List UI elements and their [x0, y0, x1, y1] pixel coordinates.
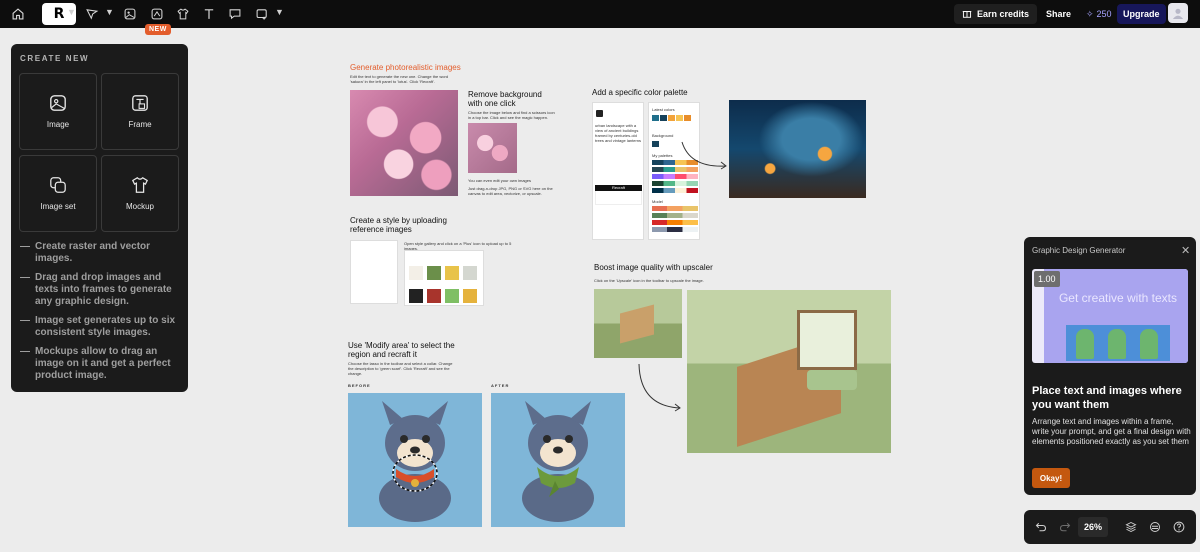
okay-button[interactable]: Okay! [1032, 468, 1070, 488]
comment-tool-icon[interactable] [225, 4, 245, 24]
drag-drop-note: Just drag-n-drop JPG, PNG or SVG here on… [468, 186, 553, 196]
logo-chevron-down-icon[interactable]: ▼ [67, 7, 76, 17]
style-thumbnail [596, 110, 603, 117]
avatar[interactable] [1168, 3, 1188, 23]
selection-chevron-down-icon[interactable]: ▼ [105, 7, 114, 17]
recraft-logo-icon: R [53, 6, 65, 22]
upscale-section-title: Boost image quality with upscaler [594, 263, 713, 272]
create-image-set-tile[interactable]: Image set [19, 155, 97, 232]
model-label: Model [652, 199, 663, 204]
upgrade-button[interactable]: Upgrade [1117, 4, 1166, 24]
list-item: — Create raster and vector images. [20, 241, 151, 264]
close-icon[interactable]: ✕ [1181, 244, 1190, 257]
modify-section-description: Choose the lasso in the toolbar and sele… [348, 361, 453, 376]
credits-counter[interactable]: ✧ 250 [1086, 4, 1112, 24]
list-item: — Mockups allow to drag an image on it an… [20, 346, 171, 381]
help-icon[interactable] [1171, 519, 1187, 535]
style-panel-mockup [350, 240, 398, 304]
share-button[interactable]: Share [1040, 4, 1077, 24]
sparkle-icon: ✧ [1086, 8, 1094, 19]
image-set-icon [50, 177, 66, 193]
background-label: Background [652, 133, 674, 138]
credits-count: 250 [1096, 9, 1112, 19]
preview-zoom-badge: 1.00 [1034, 271, 1060, 287]
modify-section-title: Use 'Modify area' to select the region a… [348, 341, 455, 359]
generate-section-title: Generate photorealistic images [350, 63, 461, 72]
style-gallery-mockup [404, 250, 484, 306]
palette-section-title: Add a specific color palette [592, 88, 688, 97]
graphic-design-generator-dialog: Graphic Design Generator ✕ Get creative … [1024, 237, 1196, 495]
frame-icon [132, 95, 148, 111]
dog-before-image[interactable] [348, 393, 482, 527]
style-palette-icon[interactable] [1147, 519, 1163, 535]
bottom-toolbar: 26% [1024, 510, 1196, 544]
preview-text: Get creative with texts [1058, 291, 1178, 305]
mockup-tool-icon[interactable] [173, 4, 193, 24]
room-large-image[interactable] [687, 290, 891, 453]
create-mockup-label: Mockup [125, 202, 154, 211]
my-palettes-label: My palettes [652, 153, 673, 158]
redo-icon[interactable] [1057, 519, 1073, 535]
list-item: — Drag and drop images and texts into fra… [20, 272, 172, 307]
palette-result-image[interactable] [729, 100, 866, 198]
create-new-panel: CREATE NEW Image Frame Image set Mockup … [11, 44, 188, 392]
selection-tool-icon[interactable] [82, 4, 102, 24]
list-item: — Image set generates up to six consisten… [20, 315, 176, 338]
sakura-thumbnail[interactable] [468, 123, 517, 173]
dialog-title: Graphic Design Generator [1032, 246, 1126, 255]
create-mockup-tile[interactable]: Mockup [101, 155, 179, 232]
text-tool-icon[interactable] [199, 4, 219, 24]
after-label: AFTER [491, 383, 510, 388]
image-icon [50, 95, 66, 111]
prompt-panel-mockup: urban landscape with a view of ancient b… [592, 102, 644, 240]
create-image-label: Image [46, 120, 70, 129]
create-frame-tile[interactable]: Frame [101, 73, 179, 150]
gift-icon [962, 8, 972, 20]
generate-section-description: Edit the text to generate the new one. C… [350, 74, 449, 84]
undo-icon[interactable] [1033, 519, 1049, 535]
color-palette-mockup: Latest colors Background My palettes Mod… [648, 102, 700, 240]
create-image-tile[interactable]: Image [19, 73, 97, 150]
upscale-section-description: Click on the 'Upscale' icon in the toolb… [594, 278, 704, 283]
top-toolbar: R ▼ ▼ NEW ▼ Earn credits Share ✧ 250 Upg… [0, 0, 1200, 35]
create-frame-label: Frame [128, 120, 152, 129]
latest-colors-label: Latest colors [652, 107, 675, 112]
frame-chevron-down-icon[interactable]: ▼ [275, 7, 284, 17]
tshirt-icon [131, 177, 149, 193]
dialog-body: Arrange text and images within a frame, … [1032, 417, 1191, 446]
remove-bg-title: Remove background with one click [468, 90, 542, 108]
palette-arrow-icon [681, 141, 727, 170]
earn-credits-label: Earn credits [977, 9, 1030, 19]
create-new-heading: CREATE NEW [20, 54, 90, 63]
recraft-button[interactable]: Recraft [595, 185, 642, 191]
earn-credits-button[interactable]: Earn credits [954, 4, 1038, 24]
home-icon[interactable] [8, 4, 28, 24]
vector-tool-icon[interactable] [147, 4, 167, 24]
zoom-level[interactable]: 26% [1078, 517, 1108, 537]
remove-bg-description: Choose the image below and find a scisso… [468, 110, 555, 120]
new-badge: NEW [145, 24, 171, 35]
layers-icon[interactable] [1123, 519, 1139, 535]
dog-after-image[interactable] [491, 393, 625, 527]
create-image-set-label: Image set [40, 202, 76, 211]
edit-own-images-note: You can even edit your own images [468, 178, 532, 183]
image-tool-icon[interactable] [120, 4, 140, 24]
room-small-image[interactable] [594, 289, 682, 358]
frame-plus-tool-icon[interactable] [252, 4, 272, 24]
before-label: BEFORE [348, 383, 371, 388]
user-icon [1172, 8, 1184, 19]
upscale-arrow-icon [638, 363, 681, 412]
create-new-feature-list: — Create raster and vector images. — Drag … [20, 241, 182, 389]
palette-prompt-text: urban landscape with a view of ancient b… [595, 123, 642, 143]
sakura-image[interactable] [350, 90, 458, 196]
dialog-heading: Place text and images where you want the… [1032, 385, 1182, 411]
style-section-title: Create a style by uploading reference im… [350, 216, 447, 234]
